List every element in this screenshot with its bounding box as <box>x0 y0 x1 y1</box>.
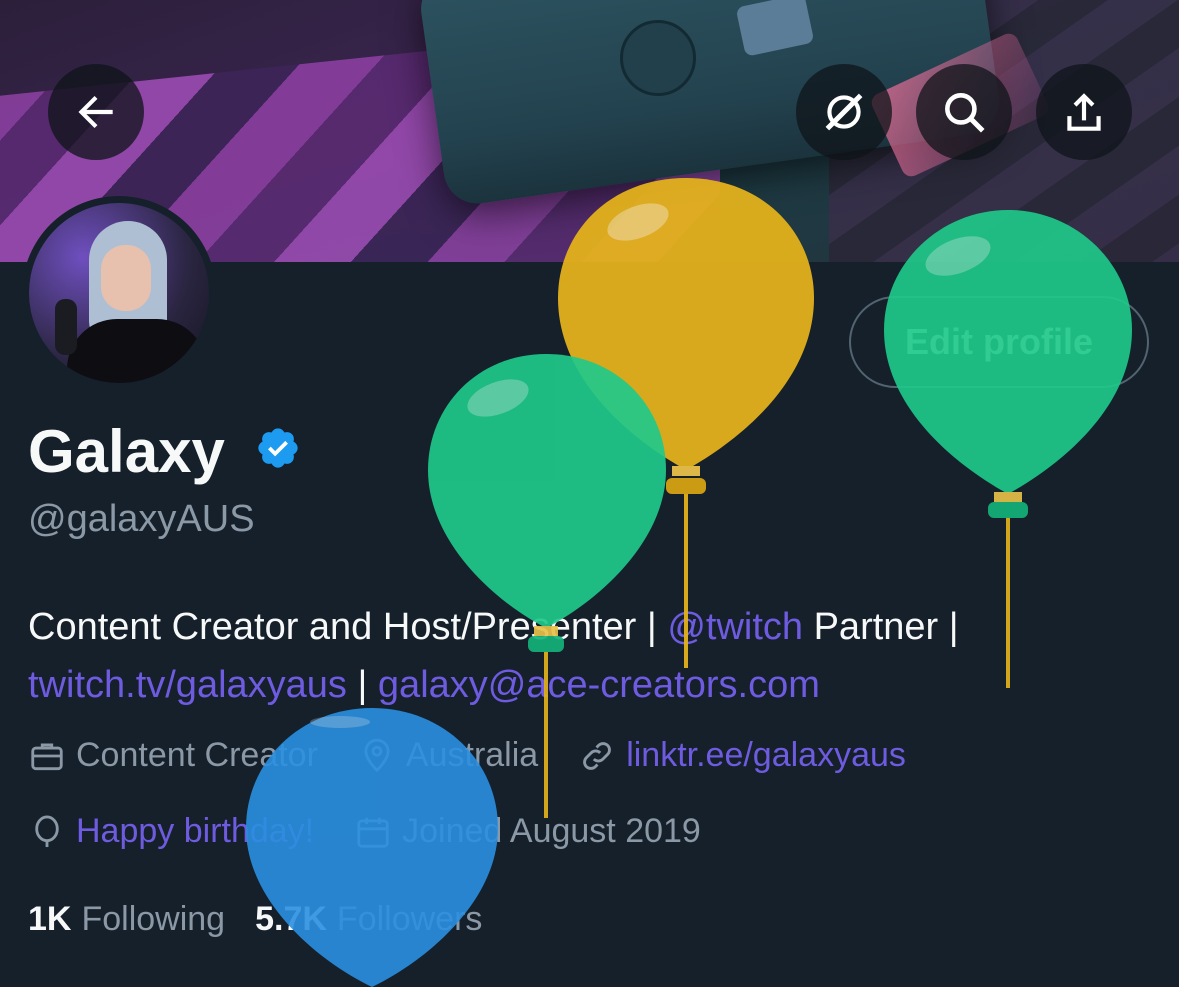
following-count: 1K <box>28 900 72 938</box>
following-stat[interactable]: 1K Following <box>28 900 225 939</box>
profile-name: Galaxy <box>28 418 225 485</box>
grok-icon <box>825 93 863 131</box>
following-label: Following <box>81 900 226 938</box>
arrow-left-icon <box>78 95 113 129</box>
website-link[interactable]: linktr.ee/galaxyaus <box>626 736 906 775</box>
avatar-mic <box>55 299 77 355</box>
grok-button[interactable] <box>796 64 892 160</box>
profile-handle: @galaxyAUS <box>28 498 255 540</box>
followers-stat[interactable]: 5.7K Followers <box>255 900 482 939</box>
profession: Content Creator <box>28 736 318 775</box>
birthday-label: Happy birthday! <box>76 812 315 850</box>
search-button[interactable] <box>916 64 1012 160</box>
banner-knob <box>620 20 696 96</box>
followers-label: Followers <box>336 900 483 938</box>
bio-text-1: Content Creator and Host/Presenter | <box>28 606 668 648</box>
joined-label: Joined August 2019 <box>402 812 701 850</box>
bio-text-2: Partner | <box>803 606 959 648</box>
profile-meta-row-2: Happy birthday! Joined August 2019 <box>28 812 741 851</box>
avatar-body <box>67 319 207 383</box>
email-link[interactable]: galaxy@ace-creators.com <box>378 664 820 706</box>
birthday: Happy birthday! <box>28 812 314 851</box>
joined: Joined August 2019 <box>354 812 701 851</box>
twitch-url-link[interactable]: twitch.tv/galaxyaus <box>28 664 347 706</box>
profession-label: Content Creator <box>76 736 318 774</box>
verified-badge-icon <box>258 428 298 468</box>
share-icon <box>1067 93 1101 131</box>
bio-separator: | <box>346 664 378 706</box>
profile-meta-row: Content Creator Australia linktr.ee/gala… <box>28 736 946 775</box>
calendar-icon <box>357 817 389 848</box>
avatar-photo <box>29 203 209 383</box>
avatar-face <box>101 245 151 311</box>
location-label: Australia <box>405 736 539 774</box>
location-pin-icon <box>364 738 390 772</box>
follow-stats: 1K Following 5.7K Followers <box>28 900 512 939</box>
profile-bio: Content Creator and Host/Presenter | @tw… <box>28 598 1148 714</box>
twitch-mention-link[interactable]: @twitch <box>667 606 803 648</box>
location: Australia <box>358 736 538 775</box>
briefcase-icon <box>31 742 63 770</box>
edit-profile-button[interactable]: Edit profile <box>849 296 1149 388</box>
search-icon <box>945 93 985 133</box>
link-icon <box>583 741 612 770</box>
share-button[interactable] <box>1036 64 1132 160</box>
followers-count: 5.7K <box>255 900 327 938</box>
back-button[interactable] <box>48 64 144 160</box>
avatar[interactable] <box>22 196 216 390</box>
balloon-icon <box>35 815 59 847</box>
website[interactable]: linktr.ee/galaxyaus <box>578 736 906 775</box>
